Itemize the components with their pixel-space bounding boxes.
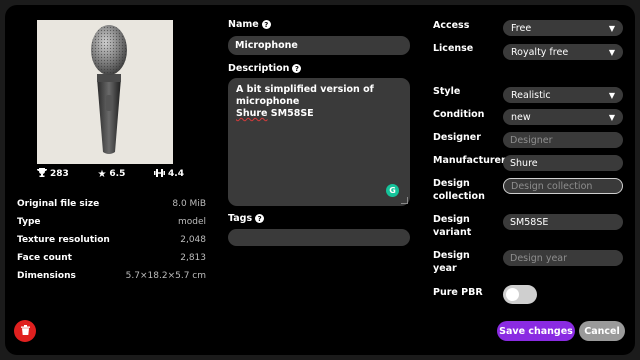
condition-select[interactable]: new ▼ [503, 109, 623, 125]
info-value: 2,813 [180, 253, 206, 263]
style-select[interactable]: Realistic ▼ [503, 87, 623, 103]
help-icon[interactable]: ? [292, 64, 302, 73]
design-collection-input[interactable]: Design collection [503, 178, 623, 194]
info-value: model [177, 217, 206, 227]
downloads-count: 283 [50, 169, 69, 179]
description-label: Description ? [228, 63, 302, 74]
designer-input[interactable]: Designer [503, 132, 623, 148]
label-line-1: Design [433, 214, 470, 225]
stat-downloads: 283 [37, 167, 69, 181]
tags-label-text: Tags [228, 213, 253, 224]
access-label: Access [433, 20, 470, 31]
grammarly-icon[interactable]: G [386, 184, 399, 197]
chevron-down-icon: ▼ [608, 47, 615, 57]
condition-label: Condition [433, 109, 485, 120]
pure-pbr-label: Pure PBR [433, 287, 483, 298]
design-year-label: Design year [433, 249, 470, 275]
spellcheck-word: Shure [236, 108, 268, 119]
license-select[interactable]: Royalty free ▼ [503, 44, 623, 60]
info-label: Texture resolution [17, 235, 110, 245]
description-label-text: Description [228, 63, 290, 74]
info-row-type: Type model [17, 217, 206, 235]
dumbbell-icon [154, 168, 166, 180]
stat-rating: ★ 6.5 [97, 167, 125, 181]
stat-difficulty: 4.4 [154, 167, 184, 181]
help-icon[interactable]: ? [261, 20, 271, 29]
file-info-list: Original file size 8.0 MiB Type model Text… [17, 199, 206, 289]
rating-value: 6.5 [109, 169, 126, 179]
microphone-thumbnail [37, 20, 173, 164]
name-label-text: Name [228, 19, 259, 30]
style-selected-value: Realistic [511, 89, 551, 101]
design-collection-label: Design collection [433, 177, 485, 203]
info-value: 2,048 [180, 235, 206, 245]
description-line-2-rest: SM58SE [267, 108, 314, 119]
pure-pbr-toggle[interactable] [503, 285, 537, 304]
description-line-1: A bit simplified version of microphone [236, 84, 374, 107]
delete-button[interactable] [14, 320, 36, 342]
license-label: License [433, 43, 474, 54]
cancel-button[interactable]: Cancel [579, 321, 625, 341]
name-input[interactable]: Microphone [228, 36, 410, 55]
designer-label: Designer [433, 132, 481, 143]
design-year-input[interactable]: Design year [503, 250, 623, 266]
info-label: Face count [17, 253, 72, 263]
name-label: Name ? [228, 19, 271, 30]
model-stats: 283 ★ 6.5 4.4 [37, 167, 184, 181]
label-line-2: variant [433, 227, 472, 238]
trophy-icon [37, 168, 47, 180]
info-row-file-size: Original file size 8.0 MiB [17, 199, 206, 217]
manufacturer-input[interactable]: Shure [503, 155, 623, 171]
info-label: Dimensions [17, 271, 76, 281]
description-textarea[interactable]: A bit simplified version of microphone S… [228, 78, 410, 206]
chevron-down-icon: ▼ [608, 23, 615, 33]
description-line-2: Shure SM58SE [236, 108, 402, 120]
label-line-2: collection [433, 191, 485, 202]
info-value: 8.0 MiB [172, 199, 206, 209]
chevron-down-icon: ▼ [608, 112, 615, 122]
info-row-texture-resolution: Texture resolution 2,048 [17, 235, 206, 253]
save-changes-button[interactable]: Save changes [497, 321, 575, 341]
manufacturer-label: Manufacturer [433, 155, 506, 166]
info-row-dimensions: Dimensions 5.7×18.2×5.7 cm [17, 271, 206, 289]
style-label: Style [433, 86, 461, 97]
help-icon[interactable]: ? [255, 214, 265, 223]
label-line-2: year [433, 263, 457, 274]
info-row-face-count: Face count 2,813 [17, 253, 206, 271]
label-line-1: Design [433, 178, 470, 189]
condition-selected-value: new [511, 111, 531, 123]
info-label: Type [17, 217, 41, 227]
design-variant-label: Design variant [433, 213, 471, 239]
trash-icon [20, 324, 30, 338]
license-selected-value: Royalty free [511, 46, 569, 58]
info-value: 5.7×18.2×5.7 cm [125, 271, 206, 281]
difficulty-value: 4.4 [168, 169, 184, 179]
access-select[interactable]: Free ▼ [503, 20, 623, 36]
tags-input[interactable] [228, 229, 410, 246]
design-variant-input[interactable]: SM58SE [503, 214, 623, 230]
toggle-knob [506, 288, 519, 301]
star-icon: ★ [97, 168, 107, 180]
access-selected-value: Free [511, 22, 532, 34]
info-label: Original file size [17, 199, 100, 209]
chevron-down-icon: ▼ [608, 90, 615, 100]
label-line-1: Design [433, 250, 470, 261]
resize-handle-icon[interactable] [401, 197, 408, 204]
tags-label: Tags ? [228, 213, 265, 224]
